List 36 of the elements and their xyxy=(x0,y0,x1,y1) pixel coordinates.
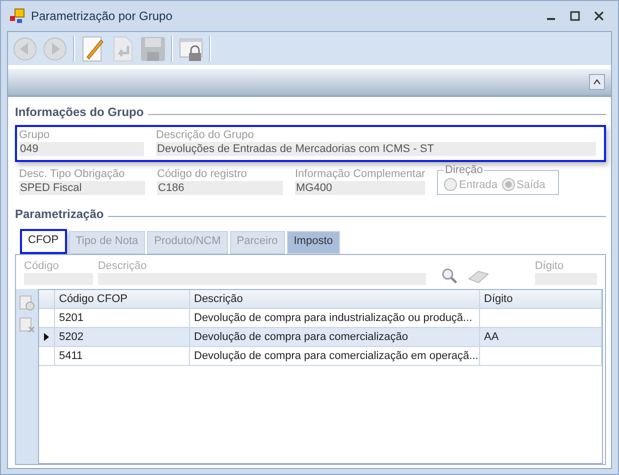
maximize-icon[interactable] xyxy=(570,11,580,21)
section-title: Informações do Grupo xyxy=(15,105,144,119)
section-title: Parametrização xyxy=(15,207,104,221)
row-pointer-icon xyxy=(44,333,49,341)
field-value[interactable]: 049 xyxy=(19,142,144,156)
field-label: Informação Complementar xyxy=(295,167,425,181)
group-title: Direção xyxy=(444,164,484,176)
field-value[interactable]: SPED Fiscal xyxy=(19,181,145,195)
field-label: Descrição do Grupo xyxy=(156,128,255,142)
app-icon xyxy=(9,8,25,24)
window-title: Parametrização por Grupo xyxy=(31,9,174,23)
close-icon[interactable] xyxy=(594,11,604,21)
field-value[interactable]: C186 xyxy=(157,181,283,195)
search-icon[interactable] xyxy=(440,267,458,285)
window-lock-icon[interactable] xyxy=(179,36,203,62)
filter-label: Dígito xyxy=(534,259,565,273)
delete-row-icon[interactable] xyxy=(19,317,35,333)
collapse-button[interactable] xyxy=(589,74,605,90)
table-row[interactable]: 5202 Devolução de compra para comercialização AA xyxy=(39,328,602,347)
add-row-icon[interactable] xyxy=(19,295,35,311)
pencil-page-icon[interactable] xyxy=(82,36,104,62)
field-value[interactable]: Devoluções de Entradas de Mercadorias com ICMS - ST xyxy=(156,142,596,156)
table-cell: 5411 xyxy=(55,347,190,366)
table-row[interactable]: 5411 Devolução de compra para comercialização em operaçã... xyxy=(39,347,602,366)
field-label: Grupo xyxy=(19,128,51,142)
field-label: Desc. Tipo Obrigação xyxy=(19,167,126,181)
field-label: Código do registro xyxy=(157,167,248,181)
filter-label: Código xyxy=(24,259,60,273)
caret-icon xyxy=(593,79,601,85)
tab[interactable]: CFOP xyxy=(20,229,67,254)
table-cell: Devolução de compra para comercialização em operaçã... xyxy=(190,347,480,366)
filter-label: Descrição xyxy=(98,259,148,273)
tab[interactable]: Imposto xyxy=(286,231,340,254)
table-row[interactable]: 5201 Devolução de compra para industrialização ou produçã... xyxy=(39,309,602,328)
eraser-icon[interactable] xyxy=(466,269,490,285)
field-value[interactable]: MG400 xyxy=(295,181,425,195)
